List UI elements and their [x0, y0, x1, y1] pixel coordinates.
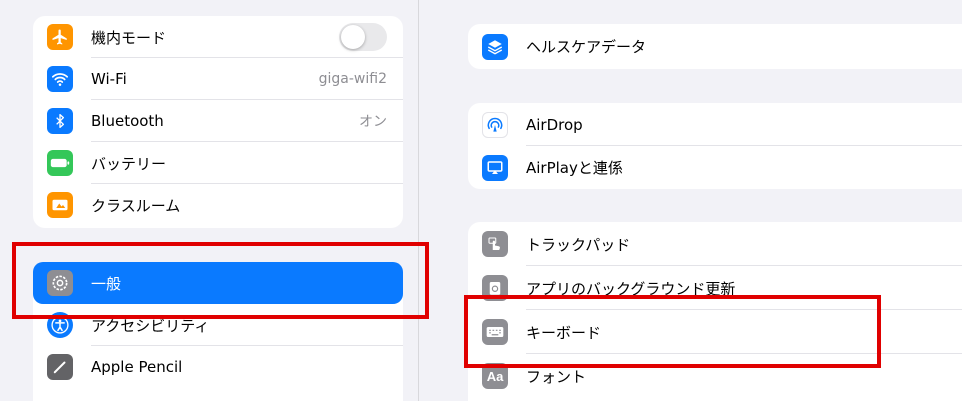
sidebar-item-label: 機内モード	[91, 28, 167, 47]
toggle-knob	[341, 25, 365, 49]
airplane-mode-toggle[interactable]	[339, 23, 387, 51]
sidebar-item-bluetooth[interactable]: Bluetooth オン	[33, 100, 403, 142]
detail-item-label: トラックパッド	[526, 235, 631, 254]
sidebar-item-battery[interactable]: バッテリー	[33, 142, 403, 184]
detail-item-label: ヘルスケアデータ	[526, 38, 647, 56]
detail-item-label: キーボード	[526, 323, 602, 342]
detail-item-label: フォント	[526, 367, 587, 386]
detail-group-sharing: AirDrop AirPlayと連係	[468, 103, 962, 189]
sidebar-item-label: 一般	[91, 274, 122, 293]
sidebar-item-airplane-mode[interactable]: 機内モード	[33, 16, 403, 58]
detail-item-background-app-refresh[interactable]: アプリのバックグラウンド更新	[468, 266, 962, 310]
gear-icon	[47, 270, 73, 296]
wifi-network-value: giga-wifi2	[318, 71, 387, 87]
pencil-icon	[47, 354, 73, 380]
detail-item-health-data[interactable]: ヘルスケアデータ	[468, 24, 962, 69]
settings-detail-pane: ヘルスケアデータ AirDrop AirPlayと連係 トラックパッド アプリの…	[419, 0, 962, 401]
detail-item-trackpad[interactable]: トラックパッド	[468, 222, 962, 266]
detail-item-keyboard[interactable]: キーボード	[468, 310, 962, 354]
accessibility-icon	[47, 312, 73, 338]
bluetooth-icon	[47, 108, 73, 134]
sidebar-item-accessibility[interactable]: アクセシビリティ	[33, 304, 403, 346]
health-data-icon	[482, 33, 508, 60]
sidebar-group-system: 一般 アクセシビリティ Apple Pencil	[33, 262, 403, 401]
font-icon: Aa	[482, 363, 508, 389]
battery-icon	[47, 150, 73, 176]
detail-item-label: AirPlayと連係	[526, 159, 623, 177]
sidebar-item-wifi[interactable]: Wi-Fi giga-wifi2	[33, 58, 403, 100]
sidebar-item-apple-pencil[interactable]: Apple Pencil	[33, 346, 403, 388]
airdrop-icon	[482, 111, 508, 138]
detail-item-airplay-continuity[interactable]: AirPlayと連係	[468, 146, 962, 189]
sidebar-item-label: Bluetooth	[91, 112, 164, 130]
sidebar-item-label: クラスルーム	[91, 196, 181, 215]
sidebar-item-classroom[interactable]: クラスルーム	[33, 184, 403, 226]
sidebar-group-connectivity: 機内モード Wi-Fi giga-wifi2 Bluetooth オン バッテリ…	[33, 16, 403, 228]
bluetooth-status-value: オン	[359, 114, 387, 130]
background-refresh-icon	[482, 275, 508, 301]
detail-item-label: AirDrop	[526, 115, 583, 134]
sidebar-item-label: Apple Pencil	[91, 358, 183, 376]
classroom-icon	[47, 192, 73, 218]
trackpad-icon	[482, 231, 508, 257]
wifi-icon	[47, 66, 73, 92]
sidebar-item-label: バッテリー	[91, 154, 167, 173]
detail-item-airdrop[interactable]: AirDrop	[468, 103, 962, 146]
sidebar-item-label: アクセシビリティ	[91, 316, 210, 335]
settings-sidebar: 機内モード Wi-Fi giga-wifi2 Bluetooth オン バッテリ…	[0, 0, 418, 401]
detail-item-label: アプリのバックグラウンド更新	[526, 279, 736, 298]
detail-group-health: ヘルスケアデータ	[468, 24, 962, 69]
keyboard-icon	[482, 319, 508, 345]
font-icon-glyph: Aa	[486, 368, 504, 384]
airplay-icon	[482, 154, 508, 181]
detail-group-input: トラックパッド アプリのバックグラウンド更新 キーボード Aa フォント	[468, 222, 962, 401]
sidebar-item-general[interactable]: 一般	[33, 262, 403, 304]
sidebar-item-label: Wi-Fi	[91, 70, 127, 88]
detail-item-fonts[interactable]: Aa フォント	[468, 354, 962, 398]
airplane-icon	[47, 24, 73, 50]
